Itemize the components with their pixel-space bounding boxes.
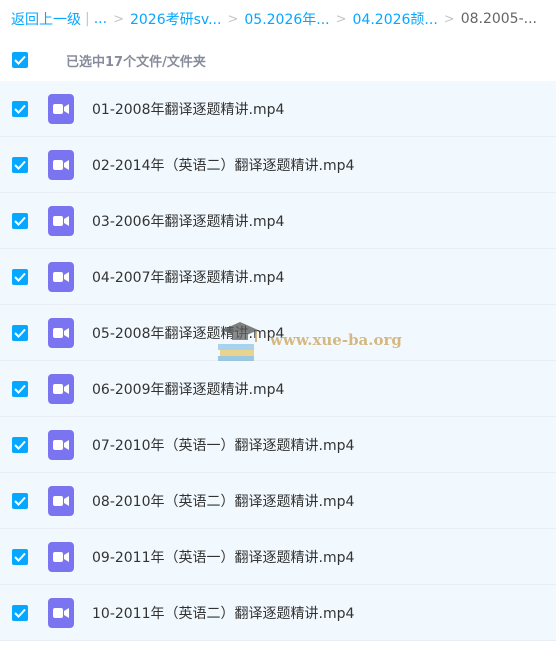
file-name[interactable]: 02-2014年（英语二）翻译逐题精讲.mp4 — [92, 155, 354, 175]
video-camera-icon — [53, 495, 69, 506]
video-camera-icon — [53, 551, 69, 562]
checkmark-icon — [14, 272, 26, 282]
file-checkbox[interactable] — [12, 436, 28, 453]
file-checkbox[interactable] — [12, 324, 28, 341]
breadcrumb-separator: > — [335, 11, 347, 27]
video-camera-icon — [53, 327, 69, 338]
video-file-icon — [48, 317, 74, 348]
breadcrumb-ellipsis[interactable]: ... — [94, 11, 107, 27]
file-name[interactable]: 08-2010年（英语二）翻译逐题精讲.mp4 — [92, 491, 354, 511]
checkmark-icon — [14, 104, 26, 114]
breadcrumb-separator: > — [113, 11, 124, 27]
file-row[interactable]: 08-2010年（英语二）翻译逐题精讲.mp4 — [0, 473, 556, 529]
file-row[interactable]: 03-2006年翻译逐题精讲.mp4 — [0, 193, 556, 249]
checkmark-icon — [14, 496, 26, 506]
breadcrumb-item[interactable]: 2026考研sv... — [130, 9, 221, 29]
file-name[interactable]: 04-2007年翻译逐题精讲.mp4 — [92, 267, 284, 287]
watermark-text: www.xue-ba.org — [270, 331, 402, 349]
checkmark-icon — [14, 440, 26, 450]
file-name[interactable]: 09-2011年（英语一）翻译逐题精讲.mp4 — [92, 547, 354, 567]
file-checkbox[interactable] — [12, 492, 28, 509]
back-link[interactable]: 返回上一级 — [11, 9, 81, 29]
video-file-icon — [48, 261, 74, 292]
video-camera-icon — [53, 271, 69, 282]
checkmark-icon — [14, 608, 26, 618]
breadcrumb-divider: | — [85, 11, 90, 27]
video-file-icon — [48, 485, 74, 516]
file-name[interactable]: 10-2011年（英语二）翻译逐题精讲.mp4 — [92, 603, 354, 623]
file-name[interactable]: 06-2009年翻译逐题精讲.mp4 — [92, 379, 284, 399]
file-checkbox[interactable] — [12, 156, 28, 173]
file-row[interactable]: 02-2014年（英语二）翻译逐题精讲.mp4 — [0, 137, 556, 193]
file-name[interactable]: 07-2010年（英语一）翻译逐题精讲.mp4 — [92, 435, 354, 455]
video-camera-icon — [53, 439, 69, 450]
checkmark-icon — [14, 160, 26, 170]
file-row[interactable]: 07-2010年（英语一）翻译逐题精讲.mp4 — [0, 417, 556, 473]
video-file-icon — [48, 541, 74, 572]
selection-bar: 已选中17个文件/文件夹 — [0, 38, 556, 82]
file-checkbox[interactable] — [12, 100, 28, 117]
file-checkbox[interactable] — [12, 380, 28, 397]
video-file-icon — [48, 429, 74, 460]
video-file-icon — [48, 373, 74, 404]
graduation-cap-books-icon — [218, 322, 258, 361]
file-name[interactable]: 03-2006年翻译逐题精讲.mp4 — [92, 211, 284, 231]
file-checkbox[interactable] — [12, 604, 28, 621]
video-camera-icon — [53, 215, 69, 226]
file-checkbox[interactable] — [12, 548, 28, 565]
file-row[interactable]: 09-2011年（英语一）翻译逐题精讲.mp4 — [0, 529, 556, 585]
breadcrumb-item[interactable]: 05.2026年... — [244, 9, 329, 29]
checkmark-icon — [14, 328, 26, 338]
file-checkbox[interactable] — [12, 212, 28, 229]
video-camera-icon — [53, 103, 69, 114]
file-row[interactable]: 10-2011年（英语二）翻译逐题精讲.mp4 — [0, 585, 556, 641]
file-row[interactable]: 01-2008年翻译逐题精讲.mp4 — [0, 81, 556, 137]
file-row[interactable]: 06-2009年翻译逐题精讲.mp4 — [0, 361, 556, 417]
checkmark-icon — [14, 384, 26, 394]
video-camera-icon — [53, 159, 69, 170]
video-file-icon — [48, 93, 74, 124]
video-file-icon — [48, 149, 74, 180]
checkmark-icon — [14, 216, 26, 226]
breadcrumb: 返回上一级 | ... > 2026考研sv... > 05.2026年... … — [0, 0, 556, 38]
watermark: www.xue-ba.org — [214, 318, 402, 362]
video-camera-icon — [53, 607, 69, 618]
checkmark-icon — [14, 55, 26, 65]
file-name[interactable]: 01-2008年翻译逐题精讲.mp4 — [92, 99, 284, 119]
breadcrumb-item[interactable]: 04.2026颉... — [353, 9, 438, 29]
selection-count-text: 已选中17个文件/文件夹 — [66, 54, 206, 70]
video-file-icon — [48, 205, 74, 236]
file-checkbox[interactable] — [12, 268, 28, 285]
breadcrumb-separator: > — [227, 11, 239, 27]
checkmark-icon — [14, 552, 26, 562]
video-camera-icon — [53, 383, 69, 394]
video-file-icon — [48, 597, 74, 628]
file-row[interactable]: 04-2007年翻译逐题精讲.mp4 — [0, 249, 556, 305]
breadcrumb-separator: > — [443, 11, 455, 27]
breadcrumb-current: 08.2005-... — [460, 11, 537, 27]
select-all-checkbox[interactable] — [12, 52, 28, 68]
